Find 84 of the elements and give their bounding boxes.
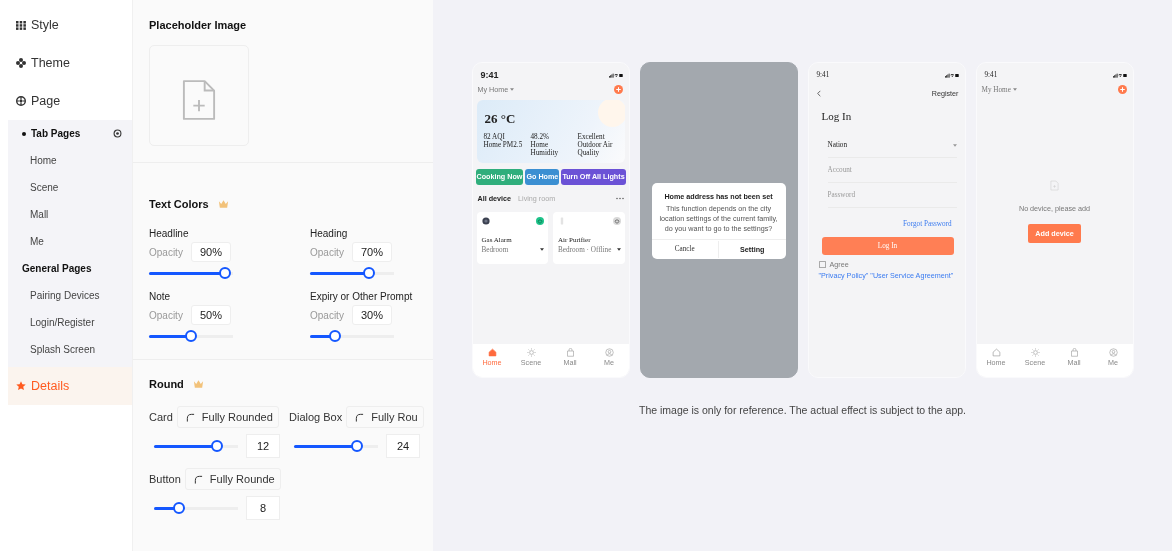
slider-thumb[interactable] xyxy=(351,440,363,452)
sidebar-item[interactable]: Style xyxy=(0,6,132,44)
purifier-icon xyxy=(558,216,566,225)
section-title: Text Colors xyxy=(149,198,209,210)
corner-icon xyxy=(193,474,203,484)
opacity-label: Opacity xyxy=(149,309,183,321)
person-icon xyxy=(1108,348,1118,357)
sun-icon xyxy=(526,348,536,357)
more-icon[interactable] xyxy=(615,196,624,200)
bag-icon xyxy=(565,348,575,357)
page-title: Log In xyxy=(820,109,853,122)
color-label: Note xyxy=(149,290,172,304)
opacity-field[interactable]: 30% xyxy=(351,305,392,325)
back-icon[interactable] xyxy=(816,90,821,97)
mode-dropdown[interactable]: Fully Rounded xyxy=(176,406,279,428)
opacity-label: Opacity xyxy=(149,246,183,258)
sidebar-subitem[interactable]: Pairing Devices xyxy=(8,282,132,309)
color-label: Heading xyxy=(310,227,349,241)
power-icon[interactable] xyxy=(536,216,544,225)
caret-icon xyxy=(952,143,957,147)
color-label: Headline xyxy=(149,227,190,241)
status-icons xyxy=(944,72,959,78)
sun-icon xyxy=(1030,348,1040,357)
alarm-icon xyxy=(481,216,490,225)
opacity-field[interactable]: 90% xyxy=(190,242,231,262)
opacity-label: Opacity xyxy=(310,309,344,321)
number-field[interactable]: 8 xyxy=(246,496,280,520)
corner-icon xyxy=(185,412,195,422)
group-label: Tab Pages xyxy=(31,128,82,139)
number-field[interactable]: 12 xyxy=(246,434,280,458)
opacity-field[interactable]: 70% xyxy=(351,242,392,262)
mode-dropdown[interactable]: Fully Rou xyxy=(346,406,424,428)
person-icon xyxy=(604,348,614,357)
round-label: Card xyxy=(149,411,173,423)
power-icon[interactable] xyxy=(612,216,621,225)
round-label: Dialog Box xyxy=(289,411,343,423)
status-icons xyxy=(608,72,623,78)
opacity-label: Opacity xyxy=(310,246,344,258)
sidebar-subitem[interactable]: Login/Register xyxy=(8,309,132,336)
temperature: 26 °C xyxy=(484,111,516,127)
slider-thumb[interactable] xyxy=(185,330,197,342)
color-label: Expiry or Other Prompt xyxy=(310,290,414,304)
opacity-field[interactable]: 50% xyxy=(190,305,231,325)
caret-icon xyxy=(510,88,515,91)
group-label: General Pages xyxy=(22,263,93,274)
add-icon[interactable] xyxy=(1117,85,1127,94)
sidebar-subitem[interactable]: Splash Screen xyxy=(8,336,132,363)
settings-icon[interactable] xyxy=(113,129,122,138)
number-field[interactable]: 24 xyxy=(386,434,420,458)
checkbox[interactable] xyxy=(818,261,826,268)
slider-thumb[interactable] xyxy=(362,267,375,279)
status-icons xyxy=(1112,72,1127,78)
caret-icon xyxy=(616,248,621,252)
caret-icon xyxy=(540,248,544,252)
add-icon[interactable] xyxy=(613,85,623,94)
slider-thumb[interactable] xyxy=(218,267,231,279)
sidebar-subitem[interactable]: Me xyxy=(8,228,132,255)
mode-dropdown[interactable]: Fully Rounde xyxy=(184,468,281,490)
caption: The image is only for reference. The actual effect is subject to the app. xyxy=(638,404,966,416)
section-title: Placeholder Image xyxy=(149,19,248,31)
caret-icon xyxy=(1012,88,1017,91)
bag-icon xyxy=(1069,348,1079,357)
sidebar-item[interactable]: Theme xyxy=(0,44,132,82)
house-icon xyxy=(487,348,497,357)
slider-thumb[interactable] xyxy=(211,440,223,452)
slider-thumb[interactable] xyxy=(329,330,342,342)
crown-icon xyxy=(192,379,204,389)
slider-thumb[interactable] xyxy=(173,502,186,514)
crown-icon xyxy=(217,199,229,209)
section-title: Round xyxy=(149,378,184,390)
sidebar-subitem[interactable]: Mall xyxy=(8,201,132,228)
status-time: 9:41 xyxy=(480,70,499,80)
file-plus-icon xyxy=(182,78,216,121)
house-icon xyxy=(991,348,1001,357)
star-icon xyxy=(16,381,26,391)
dots-icon xyxy=(16,58,26,68)
corner-icon xyxy=(355,412,365,422)
sidebar-subitem[interactable]: Home xyxy=(8,147,132,174)
round-label: Button xyxy=(149,473,181,485)
file-plus-icon xyxy=(1050,180,1059,191)
bullet-icon xyxy=(22,131,26,136)
sidebar-item[interactable]: Page xyxy=(0,82,132,120)
grid-icon xyxy=(16,20,26,30)
sidebar-subitem[interactable]: Scene xyxy=(8,174,132,201)
